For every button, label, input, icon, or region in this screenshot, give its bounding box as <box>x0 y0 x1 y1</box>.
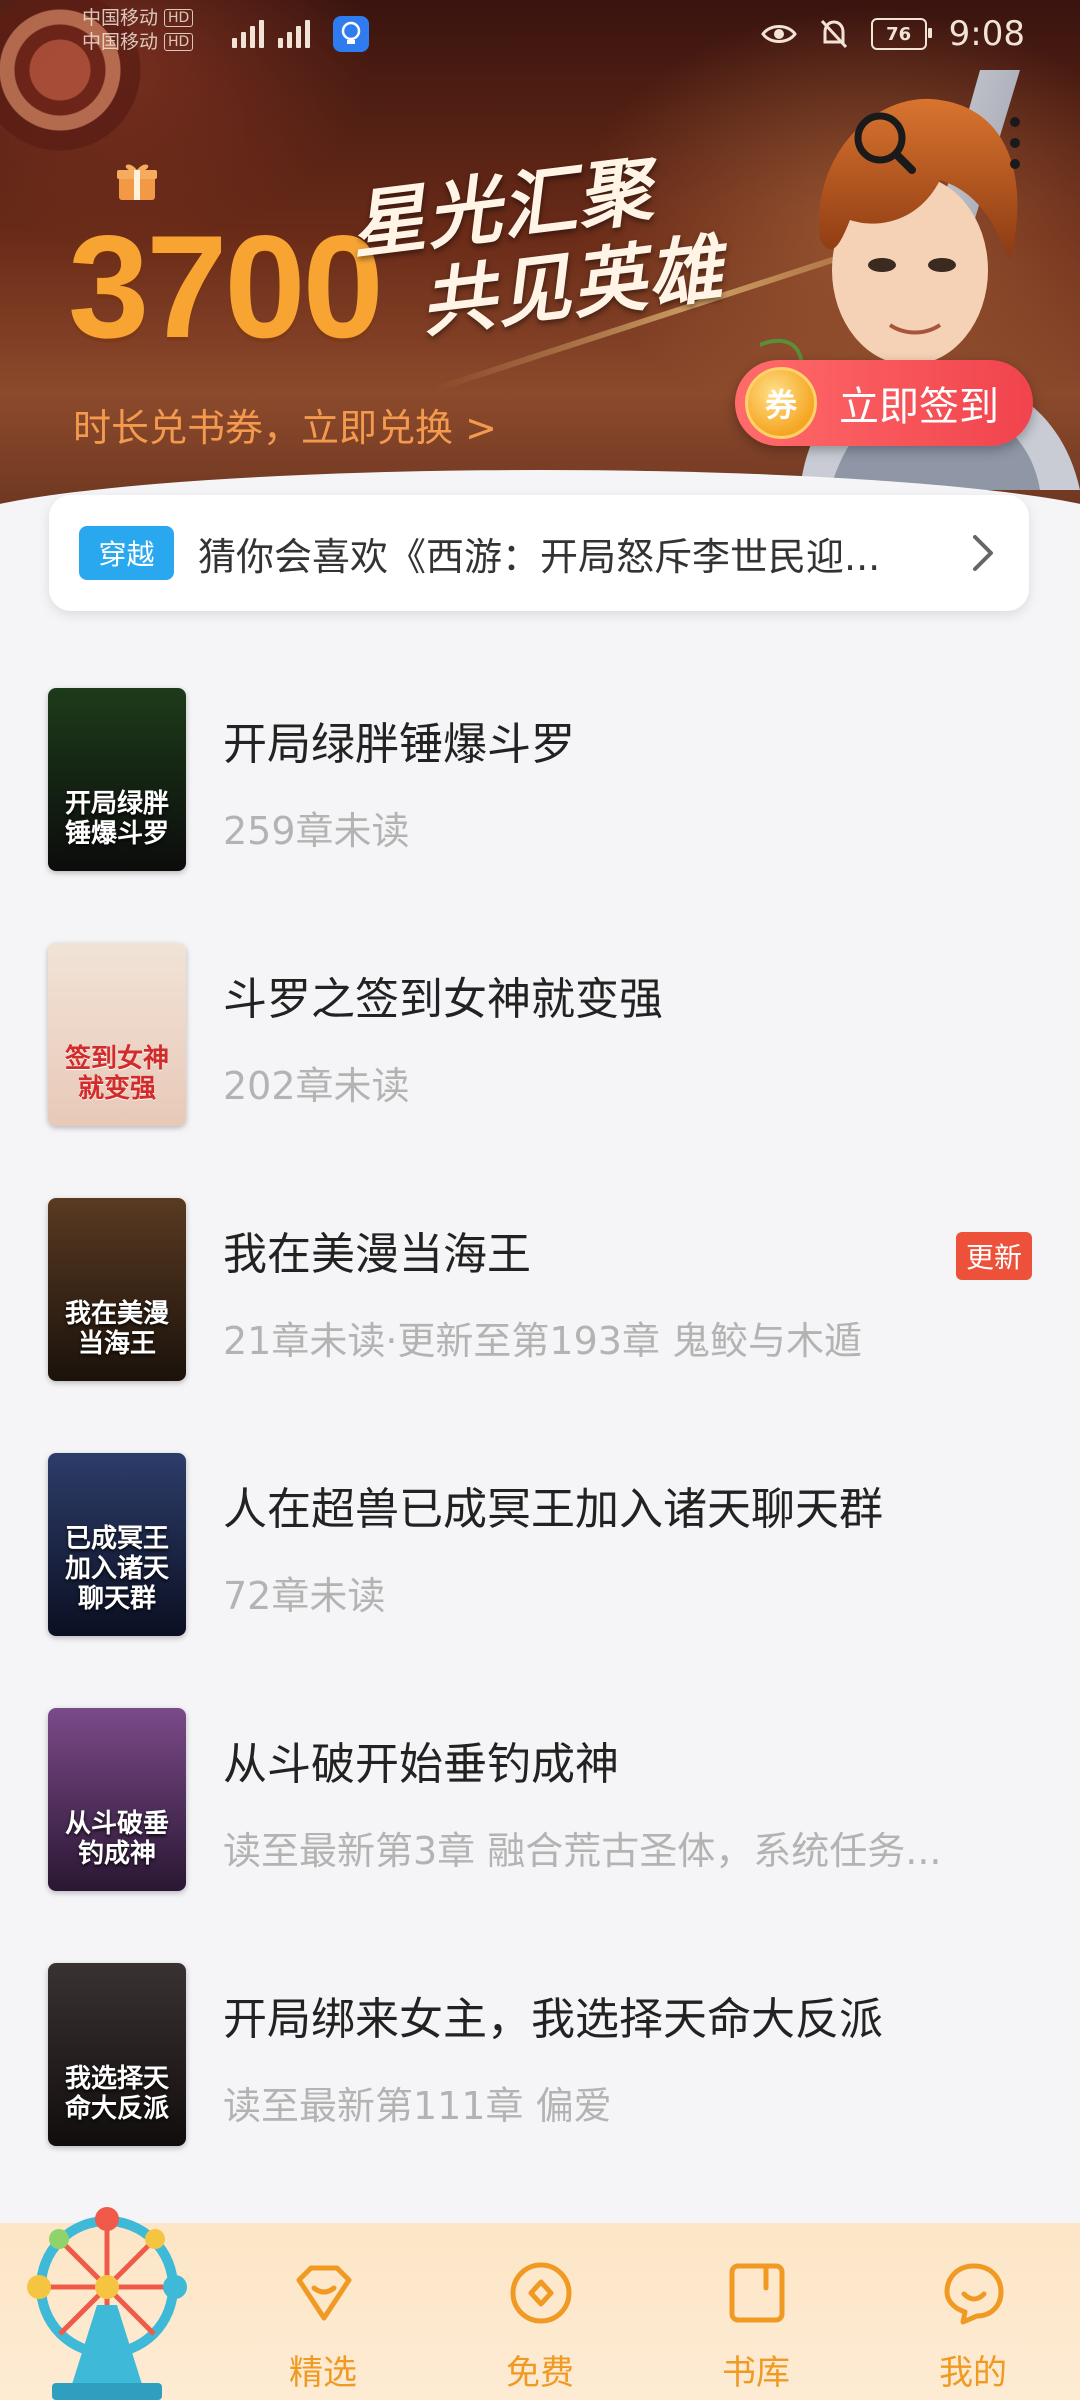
hd-badge-2: HD <box>164 33 194 51</box>
mute-bell-icon <box>820 19 847 49</box>
book-item[interactable]: 从斗破垂钓成神 从斗破开始垂钓成神 读至最新第3章 融合荒古圣体，系统任务... <box>0 1700 1080 1955</box>
book-title: 开局绿胖锤爆斗罗 <box>223 719 575 770</box>
hd-badge: HD <box>164 9 194 27</box>
book-cover[interactable]: 开局绿胖锤爆斗罗 <box>48 688 186 871</box>
book-progress: 72章未读 <box>223 1574 386 1618</box>
eye-icon <box>760 25 797 43</box>
book-cover[interactable]: 我选择天命大反派 <box>48 1963 186 2146</box>
carrier-name-2: 中国移动 <box>82 31 159 53</box>
book-progress: 202章未读 <box>223 1064 410 1108</box>
update-badge: 更新 <box>955 1232 1032 1280</box>
signal-icon <box>232 20 310 48</box>
book-cover[interactable]: 已成冥王加入诸天聊天群 <box>48 1453 186 1636</box>
tab-library[interactable]: 书库 <box>666 2223 846 2400</box>
book-title: 开局绑来女主，我选择天命大反派 <box>223 1994 883 2045</box>
battery-level: 76 <box>886 23 912 45</box>
book-cover[interactable]: 从斗破垂钓成神 <box>48 1708 186 1891</box>
recommendation-bar[interactable]: 穿越 猜你会喜欢《西游：开局怒斥李世民迎... <box>49 495 1029 611</box>
banner-slogan: 星光汇聚 共见英雄 <box>346 137 754 355</box>
book-cover[interactable]: 签到女神就变强 <box>48 943 186 1126</box>
tab-featured[interactable]: 精选 <box>233 2223 413 2400</box>
exchange-link[interactable]: 时长兑书券，立即兑换 > <box>73 397 497 452</box>
book-title: 我在美漫当海王 <box>223 1229 531 1280</box>
profile-icon <box>944 2263 1004 2325</box>
clock: 9:08 <box>948 14 1025 54</box>
promo-banner[interactable]: 中国移动 HD 中国移动 HD 76 9:08 3700 星光汇聚 共见英雄 时… <box>0 0 1080 525</box>
carrier-name: 中国移动 <box>82 7 159 29</box>
checkin-button[interactable]: 券 立即签到 <box>735 360 1033 446</box>
book-progress: 259章未读 <box>223 809 410 853</box>
coupon-icon: 券 <box>745 367 817 439</box>
book-title: 斗罗之签到女神就变强 <box>223 974 663 1025</box>
cover-title: 我选择天命大反派 <box>64 2064 169 2124</box>
book-item[interactable]: 已成冥王加入诸天聊天群 人在超兽已成冥王加入诸天聊天群 72章未读 <box>0 1445 1080 1700</box>
book-progress: 21章未读·更新至第193章 鬼鲛与木遁 <box>223 1319 863 1363</box>
reward-amount: 3700 <box>68 205 384 368</box>
chevron-right-icon <box>973 535 993 571</box>
tab-label: 精选 <box>289 2353 357 2393</box>
book-item[interactable]: 我选择天命大反派 开局绑来女主，我选择天命大反派 读至最新第111章 偏爱 <box>0 1955 1080 2210</box>
status-bar: 中国移动 HD 中国移动 HD 76 9:08 <box>0 0 1080 70</box>
book-icon <box>729 2263 785 2323</box>
cover-title: 从斗破垂钓成神 <box>64 1809 169 1869</box>
ferris-wheel-icon[interactable] <box>12 2195 202 2400</box>
lightbulb-icon <box>333 16 369 52</box>
tab-free[interactable]: 免费 <box>450 2223 630 2400</box>
cover-title: 开局绿胖锤爆斗罗 <box>64 789 169 849</box>
carrier-info: 中国移动 HD 中国移动 HD <box>82 6 194 54</box>
book-title: 人在超兽已成冥王加入诸天聊天群 <box>223 1484 883 1535</box>
coin-icon <box>510 2262 572 2324</box>
tab-label: 我的 <box>939 2353 1007 2393</box>
genre-tag: 穿越 <box>79 526 174 580</box>
cover-title: 签到女神就变强 <box>64 1044 169 1104</box>
book-item[interactable]: 签到女神就变强 斗罗之签到女神就变强 202章未读 <box>0 935 1080 1190</box>
checkin-label: 立即签到 <box>839 384 999 430</box>
more-options-icon[interactable] <box>995 110 1035 180</box>
tab-mine[interactable]: 我的 <box>883 2223 1063 2400</box>
tab-label: 免费 <box>506 2353 574 2393</box>
book-cover[interactable]: 我在美漫当海王 <box>48 1198 186 1381</box>
bookshelf-list: 开局绿胖锤爆斗罗 开局绿胖锤爆斗罗 259章未读 签到女神就变强 斗罗之签到女神… <box>0 680 1080 2210</box>
battery-icon: 76 <box>870 18 932 50</box>
book-item[interactable]: 我在美漫当海王 我在美漫当海王 更新 21章未读·更新至第193章 鬼鲛与木遁 <box>0 1190 1080 1445</box>
diamond-icon <box>296 2265 352 2321</box>
book-progress: 读至最新第111章 偏爱 <box>223 2084 612 2128</box>
book-progress: 读至最新第3章 融合荒古圣体，系统任务... <box>223 1829 942 1873</box>
tab-label: 书库 <box>722 2353 790 2393</box>
book-item[interactable]: 开局绿胖锤爆斗罗 开局绿胖锤爆斗罗 259章未读 <box>0 680 1080 935</box>
gift-icon <box>117 164 157 200</box>
book-title: 从斗破开始垂钓成神 <box>223 1739 619 1790</box>
recommendation-text: 猜你会喜欢《西游：开局怒斥李世民迎... <box>198 534 881 579</box>
cover-title: 已成冥王加入诸天聊天群 <box>64 1524 169 1614</box>
search-icon[interactable] <box>850 108 920 178</box>
cover-title: 我在美漫当海王 <box>64 1299 169 1359</box>
